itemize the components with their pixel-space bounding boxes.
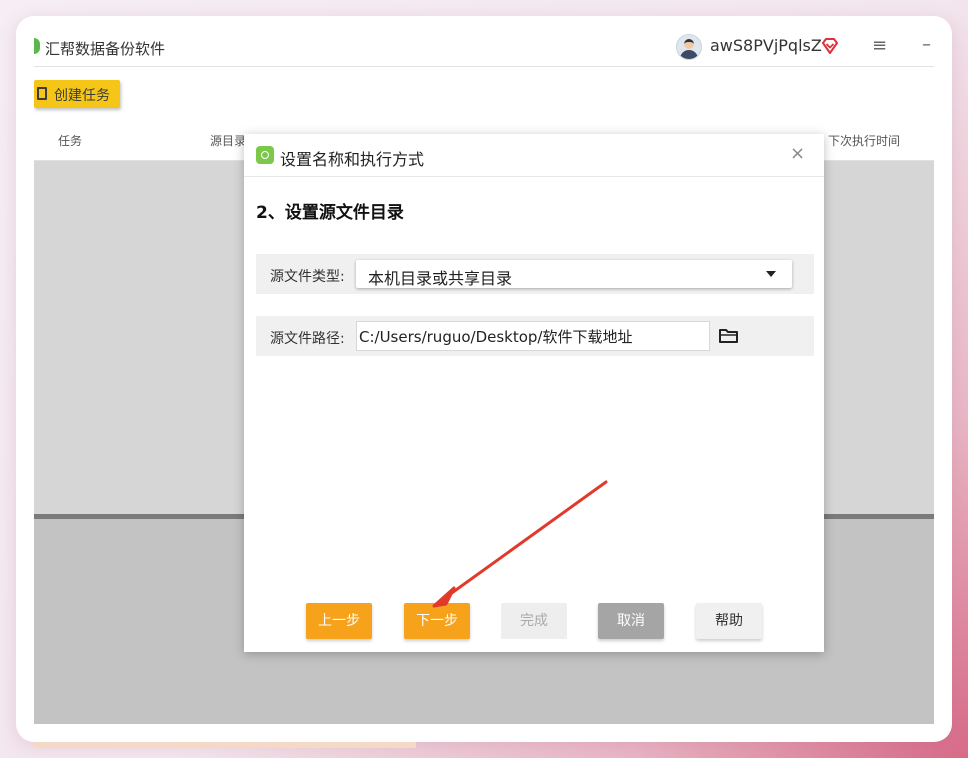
- create-task-label: 创建任务: [54, 88, 110, 104]
- annotation-arrow: [432, 480, 608, 608]
- source-path-row: 源文件路径:: [256, 316, 814, 356]
- dropdown-caret-icon: [766, 271, 776, 277]
- dialog-header: 设置名称和执行方式 ×: [244, 134, 824, 177]
- username[interactable]: awS8PVjPqlsZ: [710, 36, 822, 55]
- source-type-label: 源文件类型:: [270, 269, 345, 285]
- folder-open-icon[interactable]: [718, 326, 740, 346]
- column-header-source[interactable]: 源目录: [210, 132, 246, 149]
- task-list-icon: [37, 87, 47, 100]
- previous-step-button[interactable]: 上一步: [306, 603, 372, 639]
- source-type-value: 本机目录或共享目录: [368, 269, 513, 288]
- app-title: 汇帮数据备份软件: [45, 40, 166, 58]
- dialog-title: 设置名称和执行方式: [280, 150, 425, 169]
- divider: [34, 66, 934, 67]
- step-title: 2、设置源文件目录: [256, 203, 404, 223]
- hamburger-menu-icon[interactable]: ≡: [872, 37, 887, 55]
- source-type-row: 源文件类型: 本机目录或共享目录: [256, 254, 814, 294]
- title-bar: 汇帮数据备份软件 awS8PVjPqlsZ ≡ –: [34, 34, 934, 64]
- minimize-icon[interactable]: –: [922, 34, 931, 55]
- source-path-label: 源文件路径:: [270, 331, 345, 347]
- help-button[interactable]: 帮助: [696, 603, 762, 639]
- vip-diamond-icon[interactable]: [820, 36, 840, 56]
- dialog-logo-icon: [256, 146, 274, 164]
- column-header-task[interactable]: 任务: [58, 132, 82, 149]
- decorative-strip: [34, 742, 416, 748]
- source-type-select[interactable]: 本机目录或共享目录: [356, 260, 792, 288]
- column-header-next-run[interactable]: 下次执行时间: [828, 132, 900, 149]
- create-task-button[interactable]: 创建任务: [34, 80, 120, 108]
- close-icon[interactable]: ×: [790, 144, 805, 164]
- user-avatar[interactable]: [676, 34, 702, 60]
- source-path-input[interactable]: [356, 321, 710, 351]
- app-logo-icon: [34, 38, 40, 54]
